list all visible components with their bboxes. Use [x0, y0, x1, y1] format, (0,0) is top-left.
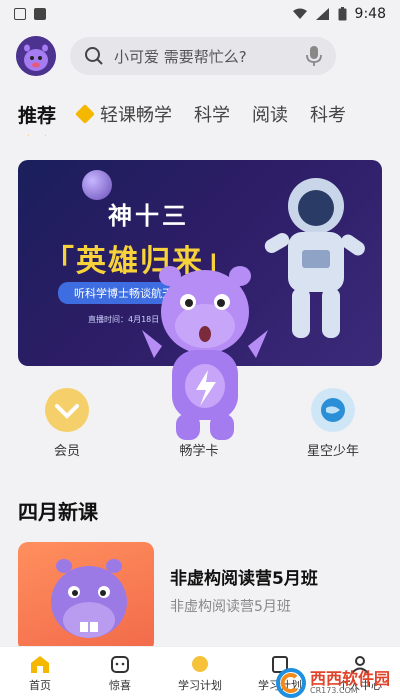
- search-bar[interactable]: 小可爱 需要帮忙么?: [70, 37, 336, 75]
- tab-reading[interactable]: 阅读: [252, 101, 288, 127]
- tab-expedition[interactable]: 科考: [310, 101, 346, 127]
- status-left: [14, 8, 46, 20]
- plan-icon: [192, 656, 208, 672]
- banner-title: 神十三: [108, 202, 189, 230]
- course-subtitle: 非虚构阅读营5月班: [170, 599, 291, 615]
- course-card[interactable]: 非虚构阅读营5月班 非虚构阅读营5月班: [18, 542, 382, 652]
- quick-entry-row: 会员 畅学卡 星空少年: [0, 388, 400, 468]
- tab-light-course[interactable]: 轻课畅学: [75, 101, 173, 127]
- watermark-logo-icon: [275, 668, 306, 698]
- quick-entry-label: 畅学卡: [179, 444, 219, 459]
- watermark-brand: 西西软件园: [309, 669, 390, 688]
- quick-entry-starry-youth[interactable]: 星空少年: [288, 388, 378, 459]
- download-icon: [14, 8, 26, 20]
- vip-icon: [45, 388, 89, 432]
- status-right: 9:48: [292, 6, 386, 22]
- tab-label: 推荐: [18, 104, 57, 127]
- tab-label: 轻课畅学: [100, 105, 173, 126]
- hippo-thumbnail-image: [51, 559, 127, 638]
- tab-label: 阅读: [252, 105, 289, 126]
- tabbar-label: 学习计划: [178, 679, 222, 692]
- planet-icon: [311, 388, 355, 432]
- avatar[interactable]: [16, 36, 56, 76]
- tab-recommend[interactable]: 推荐: [18, 101, 56, 128]
- microphone-icon[interactable]: [306, 45, 322, 67]
- a-icon: [34, 8, 46, 20]
- tabbar-study-plan[interactable]: 学习计划: [160, 647, 240, 700]
- wifi-icon: [292, 8, 307, 19]
- tabbar-home[interactable]: 首页: [0, 647, 80, 700]
- tab-label: 科考: [310, 105, 347, 126]
- watermark: 西西软件园 CR173.COM: [275, 668, 390, 698]
- mascot-avatar-icon: [16, 36, 56, 76]
- quick-entry-vip[interactable]: 会员: [22, 388, 112, 459]
- tabbar-label: 首页: [29, 679, 51, 692]
- search-icon: [85, 47, 103, 65]
- diamond-icon: [75, 104, 95, 124]
- watermark-url: CR173.COM: [309, 686, 358, 695]
- quick-entry-study-card[interactable]: 畅学卡: [154, 388, 244, 459]
- gift-icon: [111, 656, 129, 673]
- tabbar-label: 惊喜: [109, 679, 131, 692]
- battery-icon: [338, 7, 347, 21]
- header: 小可爱 需要帮忙么?: [16, 34, 384, 78]
- tab-science[interactable]: 科学: [194, 101, 230, 127]
- search-placeholder: 小可爱 需要帮忙么?: [114, 47, 247, 66]
- course-thumbnail: [18, 542, 154, 652]
- category-tabs: 推荐 轻课畅学 科学 阅读 科考: [0, 92, 400, 136]
- status-bar: 9:48: [0, 0, 400, 28]
- tabbar-surprise[interactable]: 惊喜: [80, 647, 160, 700]
- quick-entry-label: 会员: [53, 444, 80, 459]
- section-title: 四月新课: [18, 500, 98, 524]
- status-time: 9:48: [354, 6, 386, 22]
- quick-entry-label: 星空少年: [306, 444, 359, 459]
- course-title: 非虚构阅读营5月班: [170, 569, 318, 589]
- signal-icon: [315, 8, 329, 20]
- home-icon: [31, 656, 49, 673]
- study-card-icon: [177, 388, 221, 432]
- active-tab-indicator: [28, 134, 46, 137]
- tab-label: 科学: [194, 105, 231, 126]
